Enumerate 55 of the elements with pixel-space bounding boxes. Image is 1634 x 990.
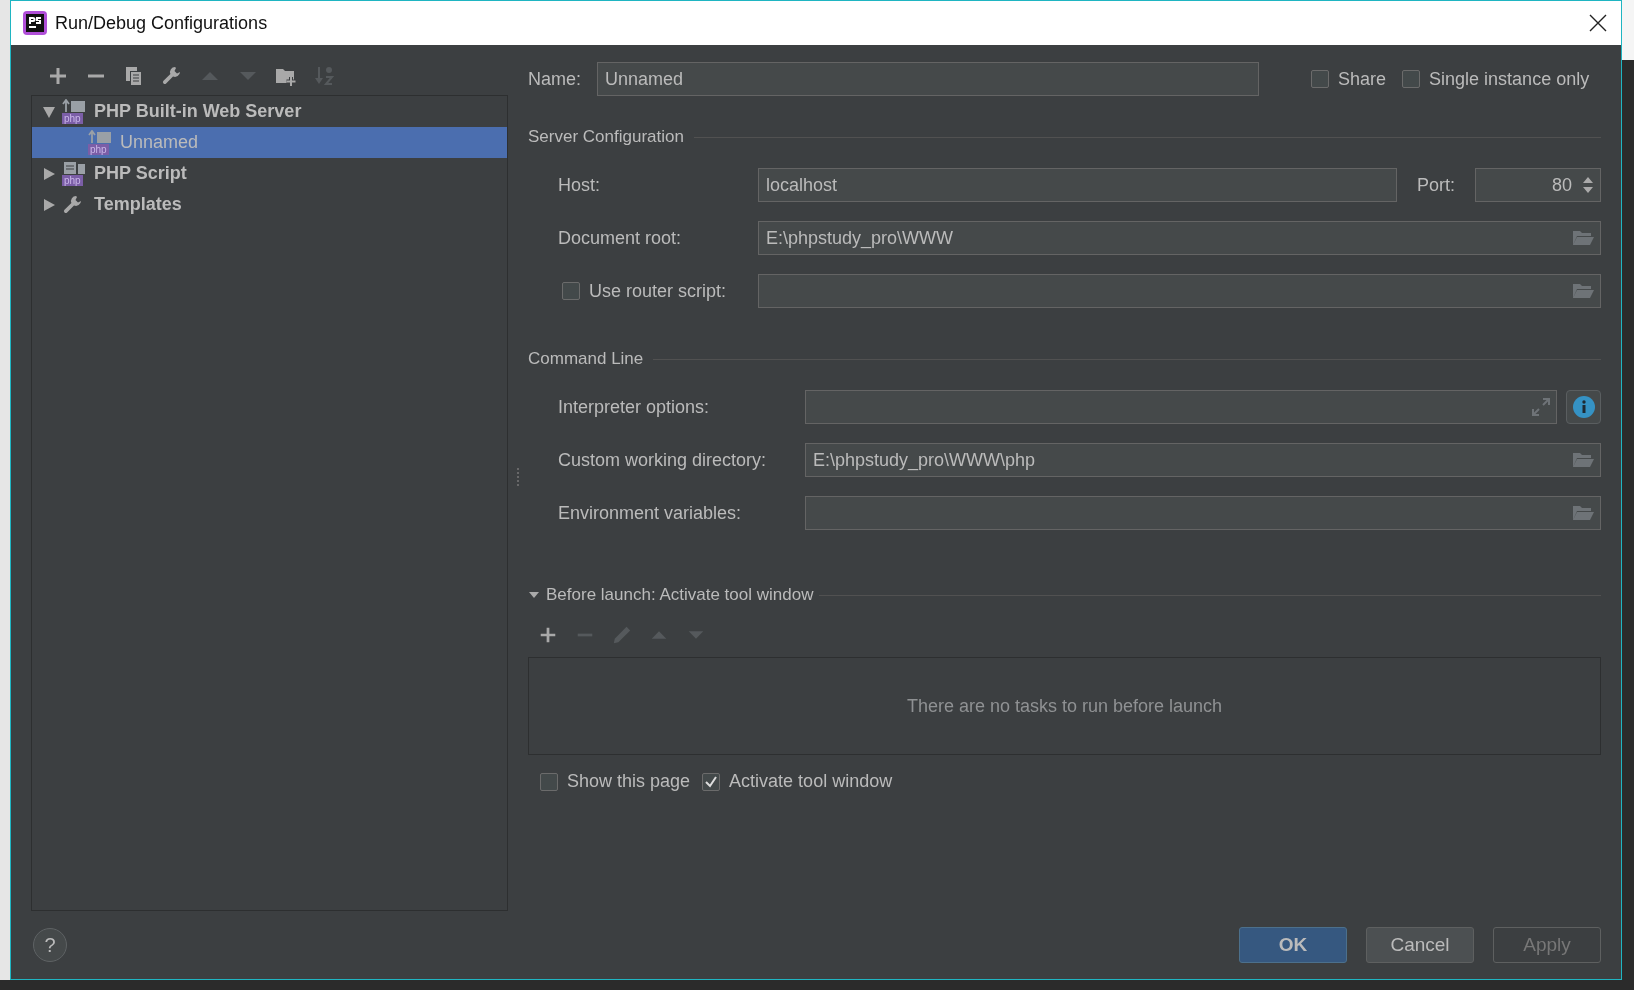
server-icon bbox=[62, 98, 86, 113]
name-label: Name: bbox=[528, 68, 581, 90]
tree-item[interactable]: php PHP Script bbox=[32, 158, 507, 189]
field-label: Custom working directory: bbox=[558, 449, 768, 471]
port-label: Port: bbox=[1417, 174, 1455, 196]
close-icon[interactable] bbox=[1589, 14, 1607, 32]
option-checkbox[interactable]: Show this page bbox=[540, 771, 691, 792]
wrench-icon[interactable] bbox=[161, 65, 183, 87]
option-checkbox[interactable]: Share bbox=[1311, 68, 1387, 90]
input-field[interactable] bbox=[805, 496, 1601, 530]
php-badge: php bbox=[62, 112, 83, 124]
expand-icon[interactable] bbox=[1532, 398, 1550, 416]
expand-arrow-icon[interactable] bbox=[42, 197, 56, 212]
port-field[interactable]: 80 bbox=[1475, 168, 1601, 202]
ok-button[interactable]: OK bbox=[1239, 927, 1347, 963]
php-badge: php bbox=[62, 174, 83, 186]
document-root-field[interactable]: E:\phpstudy_pro\WWW bbox=[758, 221, 1601, 255]
input-field[interactable] bbox=[805, 390, 1557, 424]
router-script-checkbox[interactable]: Use router script: bbox=[558, 280, 758, 302]
app-logo-icon bbox=[23, 11, 47, 35]
host-label: Host: bbox=[558, 174, 601, 196]
field-label: Environment variables: bbox=[558, 502, 743, 524]
router-script-field[interactable] bbox=[758, 274, 1601, 308]
empty-message: There are no tasks to run before launch bbox=[906, 695, 1223, 717]
wrench-icon bbox=[62, 193, 84, 216]
input-field[interactable]: E:\phpstudy_pro\WWW\php bbox=[805, 443, 1601, 477]
host-field[interactable]: localhost bbox=[758, 168, 1397, 202]
tree-item[interactable]: Templates bbox=[32, 189, 507, 220]
window-title: Run/Debug Configurations bbox=[55, 12, 269, 34]
expand-arrow-icon[interactable] bbox=[42, 166, 56, 181]
section-title: Server Configuration bbox=[528, 127, 684, 147]
splitter-handle-icon[interactable] bbox=[516, 467, 520, 489]
help-button[interactable]: ? bbox=[33, 928, 67, 962]
folder-icon[interactable] bbox=[1572, 230, 1594, 246]
tree-item[interactable]: php PHP Built-in Web Server bbox=[32, 96, 507, 127]
folder-icon[interactable] bbox=[1572, 505, 1594, 521]
folder-icon[interactable] bbox=[1572, 283, 1594, 299]
before-launch-title[interactable]: Before launch: Activate tool window bbox=[546, 585, 814, 605]
section-title: Command Line bbox=[528, 349, 644, 369]
collapse-arrow-icon[interactable] bbox=[42, 104, 56, 119]
option-checkbox[interactable]: Activate tool window bbox=[702, 771, 893, 792]
dialog-button[interactable]: Cancel bbox=[1366, 927, 1474, 963]
php-badge: php bbox=[88, 143, 109, 155]
info-button[interactable] bbox=[1566, 390, 1601, 424]
tree-item[interactable]: php Unnamed bbox=[32, 127, 507, 158]
folder-icon[interactable] bbox=[1572, 452, 1594, 468]
field-label: Interpreter options: bbox=[558, 396, 711, 418]
script-icon bbox=[62, 160, 86, 175]
add-icon[interactable] bbox=[538, 625, 558, 645]
name-field[interactable]: Unnamed bbox=[597, 62, 1259, 96]
add-icon[interactable] bbox=[47, 65, 69, 87]
check-icon bbox=[704, 774, 719, 789]
server-icon bbox=[88, 129, 112, 144]
document-root-label: Document root: bbox=[558, 227, 683, 249]
option-checkbox[interactable]: Single instance only bbox=[1402, 68, 1590, 90]
